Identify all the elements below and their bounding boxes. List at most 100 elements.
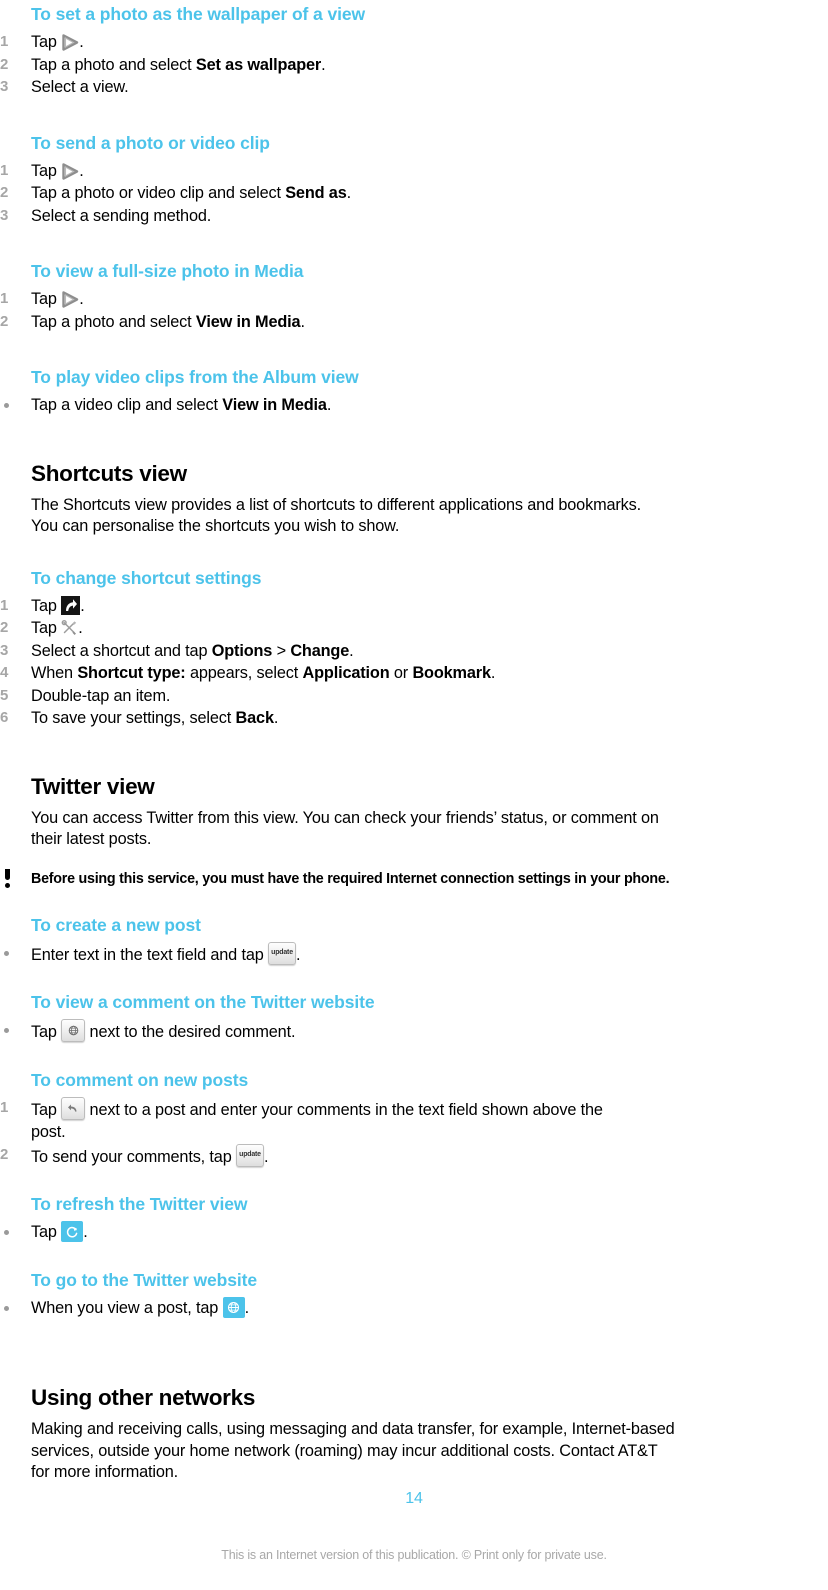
step-text: Tap xyxy=(31,1223,62,1241)
step-number: 2 xyxy=(0,312,9,330)
update-key-label: update xyxy=(239,1151,261,1158)
step-text: Tap xyxy=(31,33,62,51)
globe-key-icon xyxy=(61,1019,86,1042)
heading-go-twitter-website: To go to the Twitter website xyxy=(31,1269,257,1290)
steps-send-photo: 1 Tap . 2 Tap a photo or video clip and … xyxy=(0,160,818,228)
heading-set-wallpaper: To set a photo as the wallpaper of a vie… xyxy=(31,4,365,24)
paragraph-shortcuts-view: The Shortcuts view provides a list of sh… xyxy=(0,495,818,538)
step-emphasis-2: Application xyxy=(302,664,390,682)
step-text: Select a view. xyxy=(31,78,129,96)
list-item: 4 When Shortcut type: appears, select Ap… xyxy=(0,662,818,685)
step-text-tail: . xyxy=(346,184,352,202)
paragraph-line: The Shortcuts view provides a list of sh… xyxy=(31,495,642,514)
step-text-tail: . xyxy=(349,641,354,660)
step-text-tail: next to the desired comment. xyxy=(85,1023,296,1041)
step-text: To send your comments, tap xyxy=(31,1147,236,1166)
manual-page: To set a photo as the wallpaper of a vie… xyxy=(0,0,828,1590)
steps-set-wallpaper: 1 Tap . 2 Tap a photo and select Set as … xyxy=(0,31,818,99)
step-number: 2 xyxy=(0,619,9,636)
bullet-icon xyxy=(4,950,9,956)
step-number: 1 xyxy=(0,290,9,307)
paragraph-twitter-view: You can access Twitter from this view. Y… xyxy=(0,808,818,851)
step-text: Tap a video clip and select xyxy=(31,396,223,414)
steps-comment-on-posts: 1 Tap next to a post and enter your comm… xyxy=(0,1096,818,1169)
refresh-icon xyxy=(61,1221,83,1242)
steps-view-comment: Tap next to the desired comment. xyxy=(0,1019,818,1044)
list-item: 3 Select a sending method. xyxy=(0,205,818,228)
globe-icon xyxy=(223,1297,245,1318)
paragraph-using-other-networks: Making and receiving calls, using messag… xyxy=(0,1419,818,1484)
bullet-icon xyxy=(4,1028,9,1033)
step-number: 6 xyxy=(0,709,9,726)
step-text-tail: . xyxy=(83,1223,88,1241)
heading-play-video-clips: To play video clips from the Album view xyxy=(31,367,359,387)
step-text-wrap: post. xyxy=(31,1123,66,1141)
list-item: Tap a video clip and select View in Medi… xyxy=(0,394,818,417)
step-text: Tap xyxy=(31,1023,62,1041)
list-item: 2 Tap a photo and select View in Media. xyxy=(0,311,818,334)
steps-refresh-twitter: Tap . xyxy=(0,1221,818,1244)
step-number: 1 xyxy=(0,33,9,50)
step-text: Tap a photo and select xyxy=(31,55,196,74)
list-item: 3 Select a shortcut and tap Options > Ch… xyxy=(0,640,818,663)
paragraph-line: services, outside your home network (roa… xyxy=(31,1441,658,1460)
list-item: 1 Tap next to a post and enter your comm… xyxy=(0,1096,818,1144)
list-item: Enter text in the text field and tap upd… xyxy=(0,941,818,967)
heading-shortcuts-view: Shortcuts view xyxy=(31,460,187,486)
note-text: Before using this service, you must have… xyxy=(31,870,670,887)
heading-using-other-networks: Using other networks xyxy=(31,1385,256,1410)
step-emphasis: Back xyxy=(235,709,274,727)
step-text-tail: . xyxy=(244,1298,250,1317)
step-text-mid-2: or xyxy=(389,664,413,682)
step-number: 3 xyxy=(0,206,9,224)
step-text: Select a sending method. xyxy=(31,206,212,225)
step-number: 5 xyxy=(0,686,9,704)
step-emphasis-3: Bookmark xyxy=(412,664,491,682)
bullet-icon xyxy=(4,1305,9,1311)
note-block: Before using this service, you must have… xyxy=(0,868,818,889)
list-item: 2 Tap . xyxy=(0,617,818,640)
step-text: Double-tap an item. xyxy=(31,686,171,705)
list-item: 1 Tap . xyxy=(0,160,818,183)
step-text: Tap xyxy=(31,1100,62,1119)
list-item: When you view a post, tap . xyxy=(0,1296,818,1320)
heading-refresh-twitter: To refresh the Twitter view xyxy=(31,1194,248,1214)
steps-create-post: Enter text in the text field and tap upd… xyxy=(0,941,818,967)
step-text: Tap a photo and select xyxy=(31,312,196,331)
list-item: 1 Tap . xyxy=(0,31,818,54)
play-icon xyxy=(61,34,79,51)
list-item: Tap next to the desired comment. xyxy=(0,1019,818,1044)
steps-full-size-photo: 1 Tap . 2 Tap a photo and select View in… xyxy=(0,288,818,333)
step-text-tail: . xyxy=(490,664,496,682)
step-text-tail: . xyxy=(296,945,301,964)
heading-view-comment: To view a comment on the Twitter website xyxy=(31,992,375,1012)
step-text: When xyxy=(31,664,78,682)
heading-change-shortcut-settings: To change shortcut settings xyxy=(31,567,262,588)
update-key-label: update xyxy=(271,949,293,956)
step-number: 1 xyxy=(0,161,9,179)
globe-blue-icon xyxy=(222,1296,245,1318)
heading-twitter-view: Twitter view xyxy=(31,773,155,799)
step-text-tail: . xyxy=(273,709,279,727)
step-emphasis: View in Media xyxy=(195,312,301,331)
list-item: 1 Tap . xyxy=(0,595,818,618)
step-emphasis-2: Change xyxy=(290,641,350,660)
step-text-tail: . xyxy=(321,55,326,74)
update-key-icon: update xyxy=(236,1143,264,1167)
list-item: 3 Select a view. xyxy=(0,76,818,99)
step-text-tail: . xyxy=(78,619,83,637)
step-emphasis: Options xyxy=(211,641,273,660)
step-number: 3 xyxy=(0,78,9,95)
list-item: 2 To send your comments, tap update. xyxy=(0,1143,818,1169)
heading-full-size-photo: To view a full-size photo in Media xyxy=(31,261,304,281)
paragraph-line: You can access Twitter from this view. Y… xyxy=(31,808,659,827)
step-number: 1 xyxy=(0,1098,9,1116)
step-number: 2 xyxy=(0,55,9,73)
step-text-tail: . xyxy=(79,290,84,308)
page-number: 14 xyxy=(405,1490,423,1507)
step-text: Tap xyxy=(31,161,62,180)
reply-key-icon xyxy=(61,1096,86,1120)
step-number: 2 xyxy=(0,184,9,201)
step-text: When you view a post, tap xyxy=(31,1298,223,1317)
step-number: 2 xyxy=(0,1145,9,1163)
